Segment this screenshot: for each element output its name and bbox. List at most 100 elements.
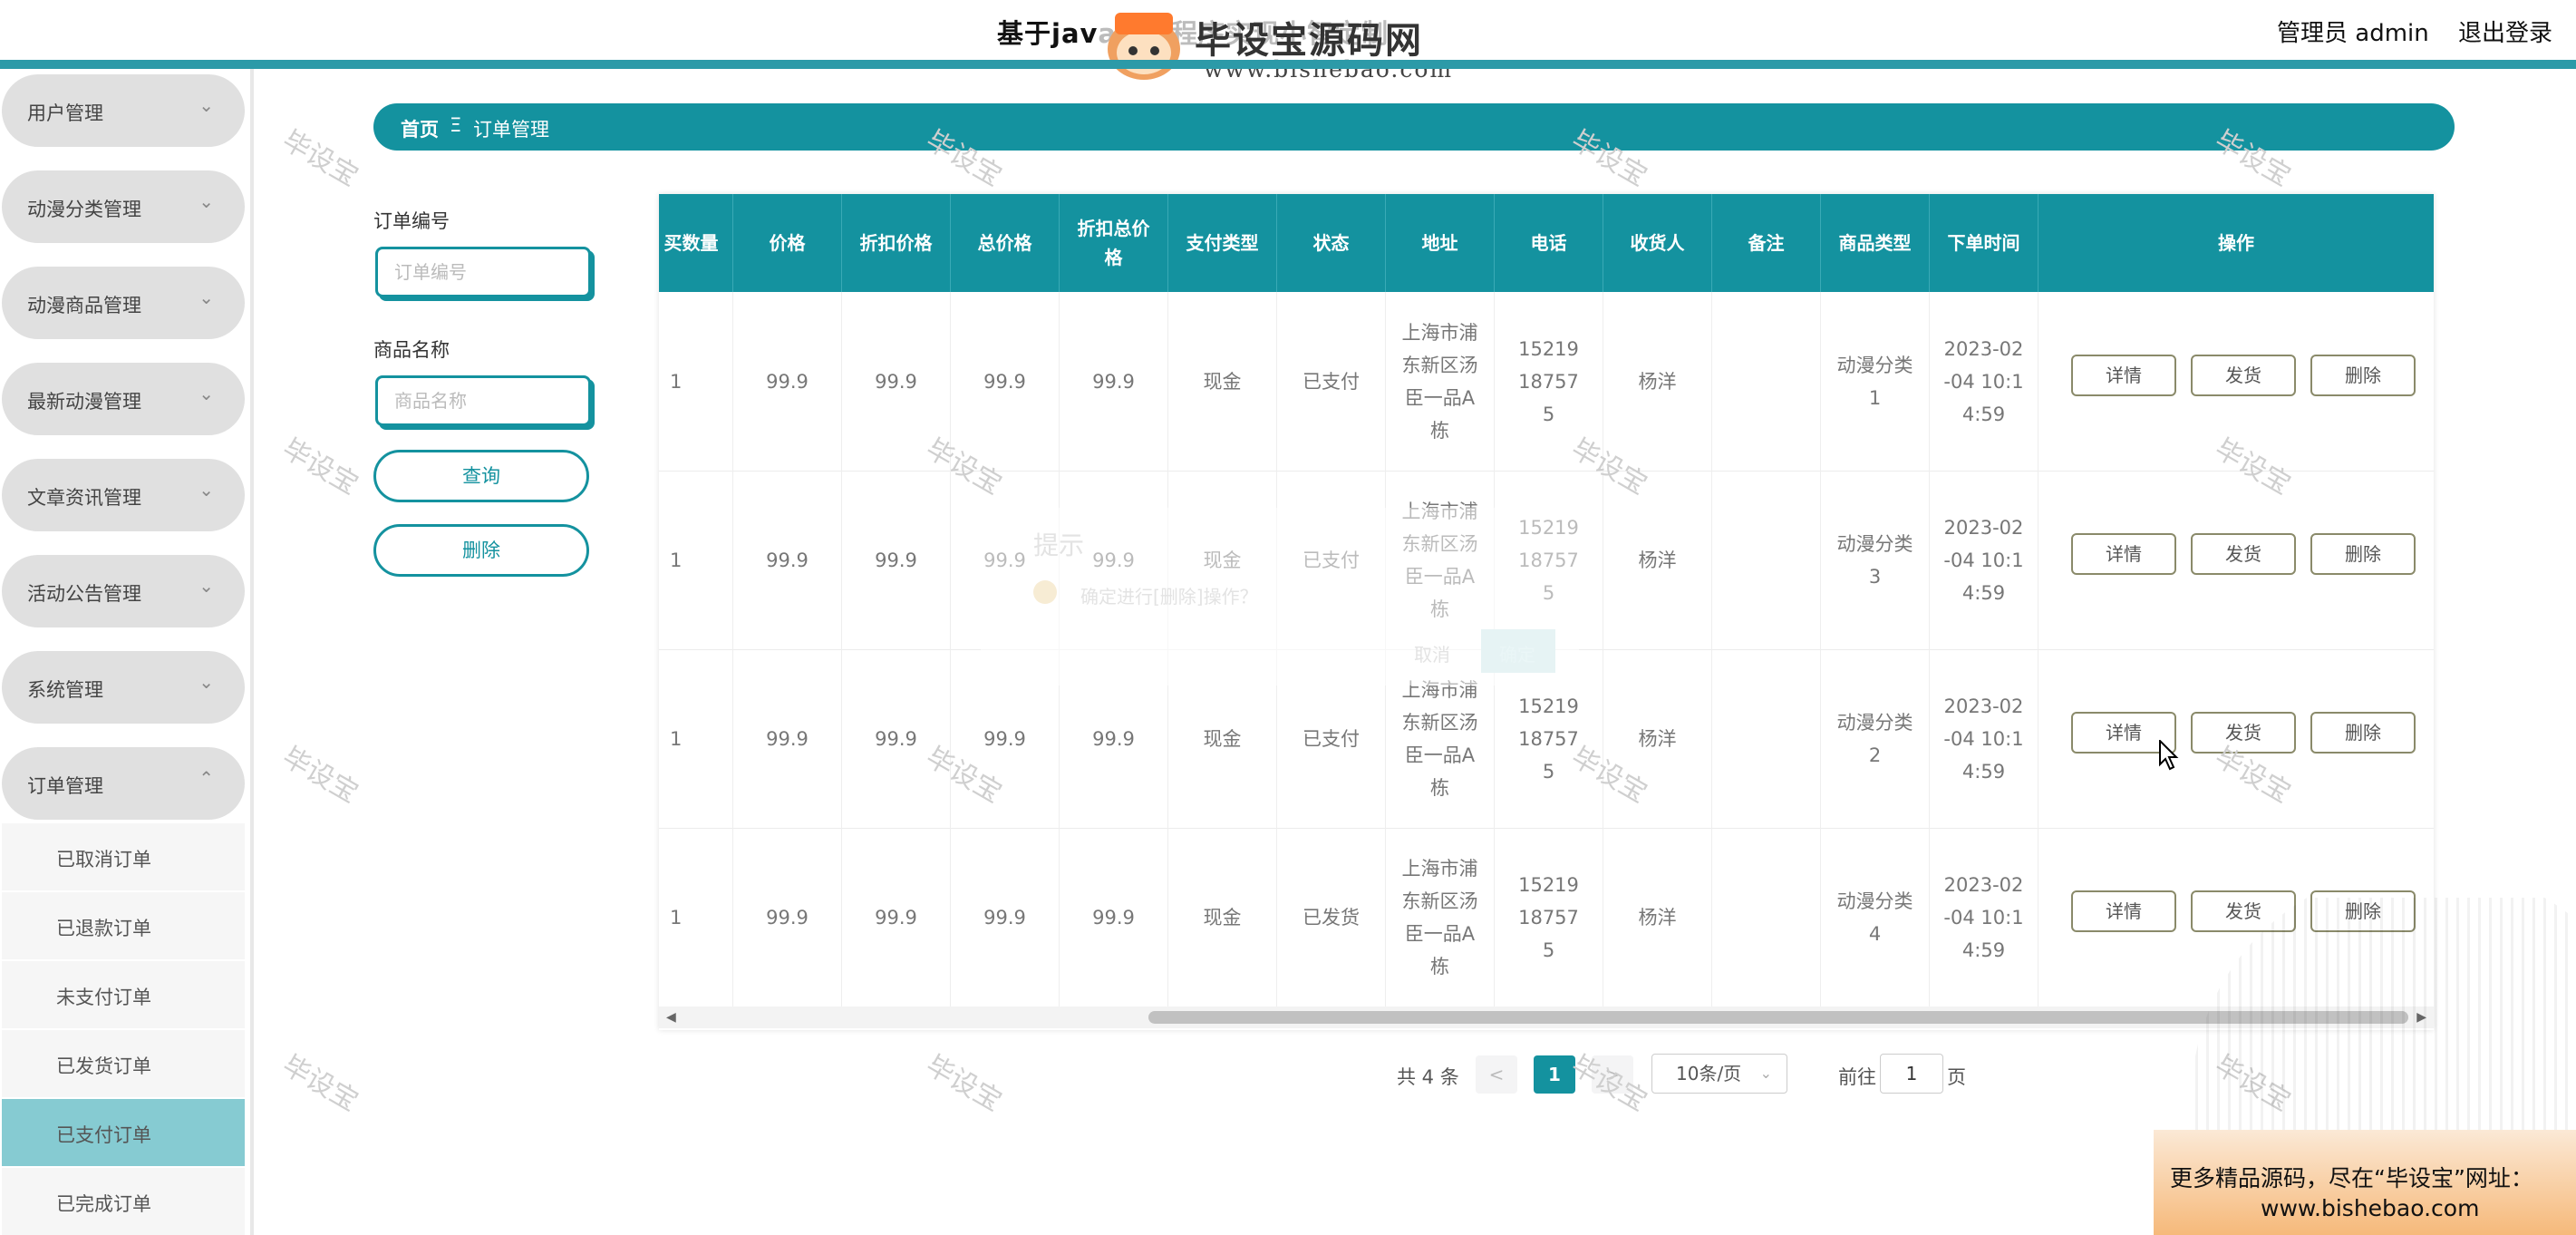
cell-price: 99.9 xyxy=(733,292,842,471)
chevron-down-icon: ⌄ xyxy=(199,94,214,116)
cell-phone: 15219187575 xyxy=(1495,649,1603,828)
cell-actions: 详情 发货 删除 xyxy=(2039,292,2434,471)
ship-button[interactable]: 发货 xyxy=(2191,355,2296,396)
sidebar-item-label: 最新动漫管理 xyxy=(27,391,141,413)
detail-button[interactable]: 详情 xyxy=(2071,533,2176,575)
breadcrumb-home-link[interactable]: 首页 xyxy=(401,115,439,142)
sidebar-item-label: 动漫商品管理 xyxy=(27,295,141,316)
cell-discount-total: 99.9 xyxy=(1060,828,1168,1006)
logout-button[interactable]: 退出登录 xyxy=(2458,15,2552,48)
table-header: 买数量 价格 折扣价格 总价格 折扣总价格 支付类型 状态 地址 电话 收货人 … xyxy=(659,194,2434,292)
ship-button[interactable]: 发货 xyxy=(2191,533,2296,575)
cell-discount-total: 99.9 xyxy=(1060,292,1168,471)
sidebar-item-anime-category[interactable]: 动漫分类管理 ⌄ xyxy=(2,170,245,243)
sidebar-subitem-shipped[interactable]: 已发货订单 xyxy=(2,1030,245,1097)
batch-delete-button[interactable]: 删除 xyxy=(373,524,589,577)
cell-remark xyxy=(1712,649,1821,828)
cell-actions: 详情 发货 删除 xyxy=(2039,828,2434,1006)
admin-label: 管理员 admin xyxy=(2277,20,2429,47)
sidebar-subitem-unpaid[interactable]: 未支付订单 xyxy=(2,961,245,1028)
sidebar-subitem-paid[interactable]: 已支付订单 xyxy=(2,1099,245,1166)
delete-button[interactable]: 删除 xyxy=(2310,890,2416,932)
watermark-stamp: 毕设宝 xyxy=(2209,1049,2296,1118)
cell-price: 99.9 xyxy=(733,649,842,828)
cell-pay-type: 现金 xyxy=(1168,649,1277,828)
chevron-down-icon: ⌄ xyxy=(1759,1065,1772,1082)
detail-button[interactable]: 详情 xyxy=(2071,355,2176,396)
order-no-input[interactable] xyxy=(375,247,591,297)
sidebar-item-articles[interactable]: 文章资讯管理 ⌄ xyxy=(2,459,245,531)
orders-table: 买数量 价格 折扣价格 总价格 折扣总价格 支付类型 状态 地址 电话 收货人 … xyxy=(659,194,2434,1030)
cell-remark xyxy=(1712,828,1821,1006)
detail-button[interactable]: 详情 xyxy=(2071,890,2176,932)
sidebar-subitem-label: 已退款订单 xyxy=(56,918,151,939)
sidebar-subitem-completed[interactable]: 已完成订单 xyxy=(2,1168,245,1235)
next-page-button[interactable]: > xyxy=(1592,1055,1633,1094)
cell-address: 上海市浦东新区汤臣一品A栋 xyxy=(1386,292,1495,471)
sidebar-item-label: 文章资讯管理 xyxy=(27,487,141,509)
pagination-total: 共 4 条 xyxy=(1397,1066,1459,1088)
promo-banner: 更多精品源码，尽在“毕设宝”网址： www.bishebao.com xyxy=(2154,1130,2576,1235)
sidebar-subitem-label: 已支付订单 xyxy=(56,1124,151,1146)
breadcrumb-current: 订单管理 xyxy=(473,119,549,141)
sidebar-item-label: 动漫分类管理 xyxy=(27,199,141,220)
cell-phone: 15219187575 xyxy=(1495,292,1603,471)
cell-remark xyxy=(1712,292,1821,471)
cell-category: 动漫分类1 xyxy=(1821,292,1930,471)
chevron-down-icon: ⌄ xyxy=(199,287,214,308)
cell-pay-type: 现金 xyxy=(1168,828,1277,1006)
breadcrumb-separator-icon: Ξ xyxy=(450,114,462,136)
watermark-stamp: 毕设宝 xyxy=(276,1049,363,1118)
cell-time: 2023-02-04 10:14:59 xyxy=(1930,471,2039,649)
cell-time: 2023-02-04 10:14:59 xyxy=(1930,649,2039,828)
delete-button[interactable]: 删除 xyxy=(2310,355,2416,396)
column-header: 总价格 xyxy=(951,194,1060,292)
ship-button[interactable]: 发货 xyxy=(2191,712,2296,754)
cell-address: 上海市浦东新区汤臣一品A栋 xyxy=(1386,649,1495,828)
chevron-down-icon: ⌄ xyxy=(199,671,214,693)
goto-page-input[interactable] xyxy=(1880,1054,1943,1094)
cell-time: 2023-02-04 10:14:59 xyxy=(1930,828,2039,1006)
product-name-input[interactable] xyxy=(375,375,591,426)
cell-total: 99.9 xyxy=(951,292,1060,471)
chevron-down-icon: ⌄ xyxy=(199,383,214,404)
watermark-stamp: 毕设宝 xyxy=(920,1049,1007,1118)
cell-phone: 15219187575 xyxy=(1495,471,1603,649)
sidebar-item-user-management[interactable]: 用户管理 ⌄ xyxy=(2,74,245,147)
sidebar-item-anime-products[interactable]: 动漫商品管理 ⌄ xyxy=(2,267,245,339)
watermark-stamp: 毕设宝 xyxy=(276,124,363,193)
column-header: 状态 xyxy=(1277,194,1386,292)
prev-page-button[interactable]: < xyxy=(1476,1055,1517,1094)
query-button[interactable]: 查询 xyxy=(373,450,589,502)
ship-button[interactable]: 发货 xyxy=(2191,890,2296,932)
scrollbar-thumb[interactable] xyxy=(1148,1011,2408,1024)
sidebar-item-announcements[interactable]: 活动公告管理 ⌄ xyxy=(2,555,245,627)
sidebar-item-system[interactable]: 系统管理 ⌄ xyxy=(2,651,245,724)
order-no-label: 订单编号 xyxy=(373,210,450,232)
page-number-current[interactable]: 1 xyxy=(1534,1055,1575,1094)
sidebar-subitem-cancelled[interactable]: 已取消订单 xyxy=(2,823,245,890)
page-size-select[interactable]: 10条/页 ⌄ xyxy=(1651,1054,1787,1094)
sidebar-item-latest-anime[interactable]: 最新动漫管理 ⌄ xyxy=(2,363,245,435)
cell-total: 99.9 xyxy=(951,471,1060,649)
mascot-logo-icon xyxy=(1108,13,1180,80)
cell-address: 上海市浦东新区汤臣一品A栋 xyxy=(1386,828,1495,1006)
cell-discount-price: 99.9 xyxy=(842,292,951,471)
delete-button[interactable]: 删除 xyxy=(2310,533,2416,575)
cell-total: 99.9 xyxy=(951,828,1060,1006)
scroll-right-icon[interactable]: ▶ xyxy=(2416,1006,2426,1028)
cell-actions: 详情 发货 删除 xyxy=(2039,471,2434,649)
scroll-left-icon[interactable]: ◀ xyxy=(666,1006,676,1028)
chevron-down-icon: ⌄ xyxy=(199,190,214,212)
delete-button[interactable]: 删除 xyxy=(2310,712,2416,754)
sidebar-subitem-refunded[interactable]: 已退款订单 xyxy=(2,892,245,959)
horizontal-scrollbar[interactable]: ◀ ▶ xyxy=(659,1006,2434,1028)
cell-price: 99.9 xyxy=(733,828,842,1006)
cell-discount-price: 99.9 xyxy=(842,471,951,649)
sidebar-subitem-label: 已取消订单 xyxy=(56,849,151,870)
cell-discount-price: 99.9 xyxy=(842,828,951,1006)
cell-pay-type: 现金 xyxy=(1168,471,1277,649)
page-size-value: 10条/页 xyxy=(1676,1063,1742,1084)
sidebar-item-orders[interactable]: 订单管理 ⌃ xyxy=(2,747,245,820)
column-header: 买数量 xyxy=(659,194,733,292)
